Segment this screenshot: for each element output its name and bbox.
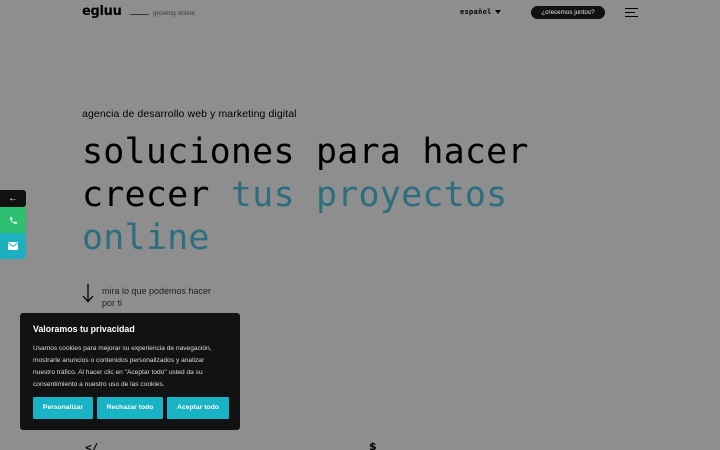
- site-header: egluu growing online español ¿crecemos j…: [0, 0, 720, 26]
- phone-button[interactable]: [0, 207, 26, 233]
- arrow-down-icon[interactable]: [82, 283, 94, 303]
- mail-icon: [8, 242, 18, 250]
- chevron-down-icon[interactable]: [495, 10, 501, 14]
- hero-subtitle: agencia de desarrollo web y marketing di…: [82, 108, 297, 120]
- language-selector[interactable]: español: [460, 8, 492, 16]
- cookie-consent-banner: Valoramos tu privacidad Usamos cookies p…: [20, 313, 240, 430]
- cookie-title: Valoramos tu privacidad: [33, 324, 135, 334]
- cookie-description: Usamos cookies para mejorar su experienc…: [33, 345, 212, 388]
- mail-button[interactable]: [0, 233, 26, 259]
- hero-line-3: online: [82, 218, 210, 258]
- hamburger-menu-icon[interactable]: [625, 8, 638, 18]
- customize-cookies-button[interactable]: Personalizar: [33, 397, 93, 419]
- logo[interactable]: egluu: [82, 4, 122, 19]
- hero-line-2-accent: tus proyectos: [230, 175, 508, 215]
- accept-all-button[interactable]: Aceptar todo: [167, 397, 229, 419]
- tagline-divider: [130, 14, 149, 15]
- code-icon: </: [85, 441, 99, 450]
- contact-cta-button[interactable]: ¿crecemos juntos?: [531, 6, 605, 19]
- phone-icon: [9, 216, 17, 224]
- reject-all-button[interactable]: Rechazar todo: [97, 397, 163, 419]
- hero-line-2-plain: crecer: [82, 175, 231, 215]
- scroll-hint-text[interactable]: mira lo que podemos hacer por ti: [102, 285, 212, 309]
- hero-line-1: soluciones para hacer: [82, 132, 529, 172]
- tagline: growing online: [153, 10, 195, 17]
- hero-line-2: crecer tus proyectos: [82, 174, 529, 217]
- side-toggle-button[interactable]: ←: [0, 190, 26, 207]
- dollar-icon: $: [369, 440, 377, 450]
- cookie-button-group: Personalizar Rechazar todo Aceptar todo: [33, 397, 229, 419]
- hero-heading: soluciones para hacer crecer tus proyect…: [82, 131, 529, 260]
